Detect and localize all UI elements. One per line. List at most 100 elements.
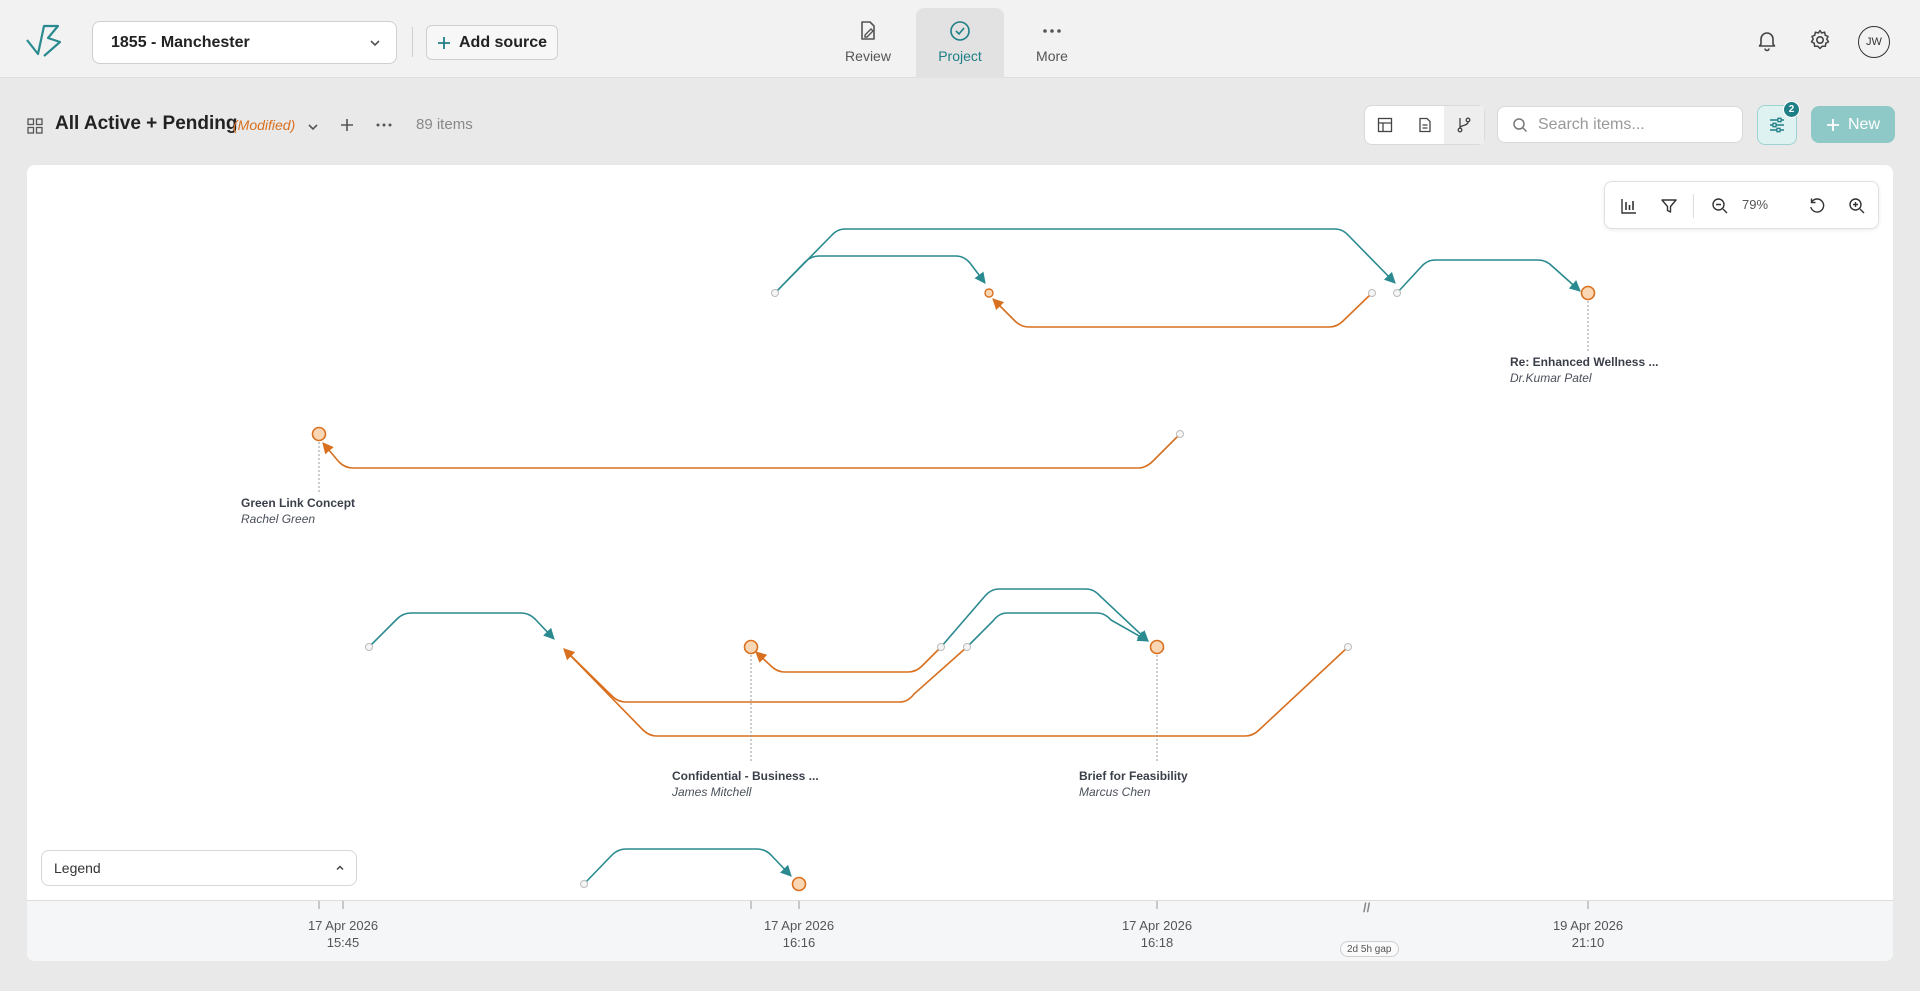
- app-logo-icon[interactable]: [24, 20, 66, 62]
- more-options-icon[interactable]: [375, 116, 393, 134]
- tick-time: 16:16: [782, 935, 816, 950]
- grid-view-icon[interactable]: [27, 118, 43, 134]
- zoom-level: 79%: [1742, 197, 1769, 212]
- new-item-label: New: [1847, 115, 1880, 133]
- node-title: Green Link Concept: [241, 496, 356, 510]
- chevron-down-icon: [370, 40, 380, 47]
- tab-project[interactable]: Project: [916, 8, 1004, 78]
- reset-zoom-button[interactable]: [1805, 194, 1829, 218]
- tick-time: 15:45: [326, 935, 360, 950]
- tab-more[interactable]: More: [1008, 8, 1096, 78]
- node-title: Brief for Feasibility: [1079, 769, 1188, 783]
- node-author: Marcus Chen: [1079, 785, 1151, 799]
- check-circle-icon: [950, 21, 970, 41]
- more-dots-icon: [1043, 29, 1061, 33]
- item-count: 89 items: [416, 116, 473, 133]
- zoom-in-button[interactable]: [1845, 194, 1869, 218]
- node-title: Confidential - Business ...: [672, 769, 819, 783]
- gap-badge: 2d 5h gap: [1340, 941, 1399, 957]
- tick-date: 19 Apr 2026: [1552, 918, 1624, 933]
- axis-tick-label: 17 Apr 2026 16:16: [764, 917, 834, 951]
- document-icon: [1418, 117, 1431, 133]
- project-selector[interactable]: 1855 - Manchester: [92, 21, 397, 64]
- flow-link[interactable]: [755, 646, 942, 673]
- add-source-label: Add source: [458, 33, 547, 51]
- tab-review-label: Review: [845, 48, 891, 64]
- view-title[interactable]: All Active + Pending: [55, 113, 237, 135]
- flow-canvas[interactable]: Re: Enhanced Wellness ... Dr.Kumar Patel…: [27, 165, 1893, 961]
- flow-link[interactable]: [563, 646, 968, 703]
- project-selector-label: 1855 - Manchester: [111, 33, 250, 51]
- flow-link[interactable]: [992, 292, 1373, 328]
- flow-node-dot[interactable]: [1176, 430, 1184, 438]
- flow-node[interactable]: [791, 876, 807, 892]
- table-view-button[interactable]: [1365, 106, 1405, 144]
- bar-chart-icon: [1621, 199, 1636, 214]
- divider: [412, 27, 413, 57]
- legend-toggle[interactable]: Legend: [41, 850, 357, 886]
- sliders-icon: [1770, 117, 1784, 133]
- node-author: Rachel Green: [241, 512, 316, 526]
- gear-icon[interactable]: [1808, 28, 1832, 52]
- flow-node-dot[interactable]: [1393, 289, 1401, 297]
- add-view-icon[interactable]: [338, 116, 356, 134]
- view-mode-toggle: [1364, 105, 1485, 145]
- flow-graph[interactable]: [27, 165, 1893, 961]
- zoom-toolbar: 79%: [1604, 181, 1879, 229]
- flow-node[interactable]: [743, 639, 759, 655]
- flow-link[interactable]: [563, 646, 1349, 737]
- tick-date: 17 Apr 2026: [763, 918, 835, 933]
- divider: [1693, 194, 1694, 218]
- zoom-out-button[interactable]: [1708, 194, 1732, 218]
- user-avatar[interactable]: JW: [1858, 26, 1890, 58]
- node-label-green-link[interactable]: Green Link Concept Rachel Green: [241, 496, 355, 526]
- legend-label: Legend: [54, 860, 101, 876]
- filter-button[interactable]: [1657, 194, 1681, 218]
- flow-node-dot[interactable]: [771, 289, 779, 297]
- flow-node-dot[interactable]: [937, 643, 945, 651]
- node-author: James Mitchell: [672, 785, 752, 799]
- node-label-confidential[interactable]: Confidential - Business ... James Mitche…: [672, 769, 819, 799]
- tick-date: 17 Apr 2026: [307, 918, 379, 933]
- flow-node-small[interactable]: [984, 288, 994, 298]
- document-view-button[interactable]: [1405, 106, 1445, 144]
- flow-link[interactable]: [1396, 259, 1581, 294]
- filter-icon: [1661, 199, 1677, 213]
- plus-icon: [1826, 118, 1839, 131]
- view-modified-label: (Modified): [233, 117, 296, 133]
- chevron-down-icon[interactable]: [306, 120, 320, 134]
- flow-link[interactable]: [966, 612, 1149, 648]
- flow-node[interactable]: [1149, 639, 1165, 655]
- rotate-ccw-icon: [1810, 198, 1825, 213]
- flow-link[interactable]: [774, 228, 1396, 294]
- flow-node-dot[interactable]: [580, 880, 588, 888]
- node-author: Dr.Kumar Patel: [1510, 371, 1592, 385]
- axis-tick-label: 17 Apr 2026 15:45: [308, 917, 378, 951]
- flow-link[interactable]: [774, 255, 986, 294]
- flow-node[interactable]: [1580, 285, 1596, 301]
- add-source-button[interactable]: Add source: [426, 25, 558, 60]
- axis-tick-label: 17 Apr 2026 16:18: [1122, 917, 1192, 951]
- flow-link[interactable]: [322, 433, 1181, 469]
- tab-project-label: Project: [938, 48, 982, 64]
- new-item-button[interactable]: New: [1811, 106, 1895, 143]
- flow-node-dot[interactable]: [365, 643, 373, 651]
- flow-node-dot[interactable]: [963, 643, 971, 651]
- search-icon: [1513, 117, 1528, 132]
- git-branch-icon: [1457, 117, 1471, 133]
- zoom-out-icon: [1712, 198, 1728, 214]
- flow-node[interactable]: [311, 426, 327, 442]
- bell-icon[interactable]: [1755, 28, 1779, 52]
- flow-node-dot[interactable]: [1368, 289, 1376, 297]
- node-title: Re: Enhanced Wellness ...: [1510, 355, 1659, 369]
- flow-node-dot[interactable]: [1344, 643, 1352, 651]
- search-input[interactable]: [1538, 115, 1728, 134]
- node-label-enhanced-wellness[interactable]: Re: Enhanced Wellness ... Dr.Kumar Patel: [1510, 355, 1659, 385]
- flow-link[interactable]: [368, 612, 555, 648]
- flow-view-button[interactable]: [1444, 106, 1485, 144]
- tab-review[interactable]: Review: [824, 8, 912, 78]
- flow-link[interactable]: [940, 588, 1149, 648]
- flow-link[interactable]: [583, 848, 792, 885]
- node-label-brief-feasibility[interactable]: Brief for Feasibility Marcus Chen: [1079, 769, 1188, 799]
- chart-toggle-button[interactable]: [1617, 194, 1641, 218]
